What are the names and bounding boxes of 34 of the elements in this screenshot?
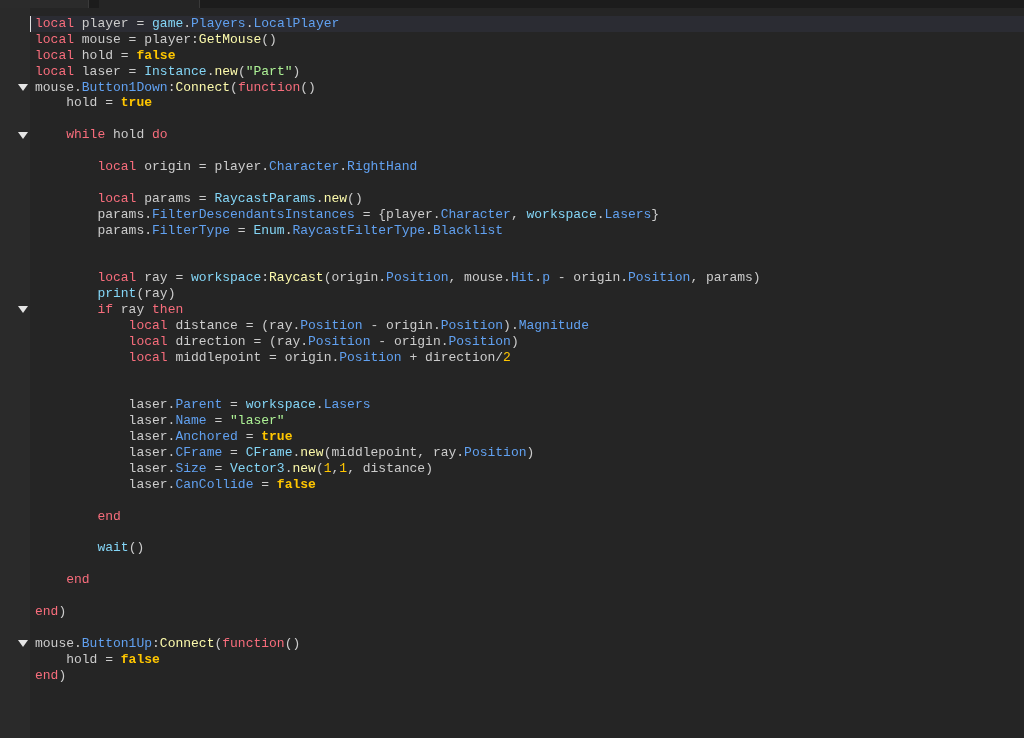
collapse-arrow-icon[interactable] — [18, 84, 28, 91]
collapse-arrow-icon[interactable] — [18, 306, 28, 314]
code-line: laser.CanCollide = false — [128, 476, 316, 493]
code-line: local origin = player.Character.RightHand — [97, 159, 418, 175]
code-line: laser.Size = Vector3.new(1,1, distance) — [128, 460, 433, 477]
code-line: hold = false — [66, 651, 160, 668]
code-line: params.FilterDescendantsInstances = {player.Character, workspace.Lasers} — [97, 206, 660, 223]
code-line: laser.CFrame = CFrame.new(middlepoint, ray.Position) — [128, 445, 535, 461]
code-line: mouse.Button1Up:Connect(function() — [35, 635, 301, 652]
code-line: mouse.Button1Down:Connect(function() — [35, 79, 316, 96]
code-line: end) — [35, 603, 67, 620]
code-line: laser.Anchored = true — [128, 429, 293, 446]
code-line: print(ray) — [97, 286, 176, 303]
code-line: local distance = (ray.Position - origin.Position).Magnitude — [128, 317, 589, 334]
code-line: end) — [35, 667, 67, 684]
collapse-arrow-icon[interactable] — [18, 131, 28, 139]
code-line: params.FilterType = Enum.RaycastFilterType.Blacklist — [97, 222, 504, 239]
code-line: local mouse = player:GetMouse() — [35, 31, 277, 48]
code-line: while hold do — [66, 127, 168, 144]
code-line: laser.Name = "laser" — [128, 413, 285, 430]
code-line: local middlepoint = origin.Position + direction/2 — [128, 349, 511, 366]
code-line: hold = true — [66, 95, 153, 112]
collapse-arrow-icon[interactable] — [18, 640, 28, 648]
code-line: wait() — [97, 540, 145, 557]
code-line: if ray then — [97, 302, 184, 318]
code-line: local hold = false — [35, 47, 176, 64]
code-line: laser.Parent = workspace.Lasers — [128, 397, 371, 414]
code-line: end — [66, 572, 90, 589]
code-line: end — [97, 508, 121, 525]
code-line: local direction = (ray.Position - origin.Position) — [128, 333, 519, 350]
code-line: local laser = Instance.new("Part") — [35, 63, 301, 80]
code-line: local params = RaycastParams.new() — [97, 190, 363, 207]
code-line: local player = game.Players.LocalPlayer — [35, 16, 340, 32]
code-line: local ray = workspace:Raycast(origin.Position, mouse.Hit.p - origin.Position, params) — [97, 270, 761, 287]
